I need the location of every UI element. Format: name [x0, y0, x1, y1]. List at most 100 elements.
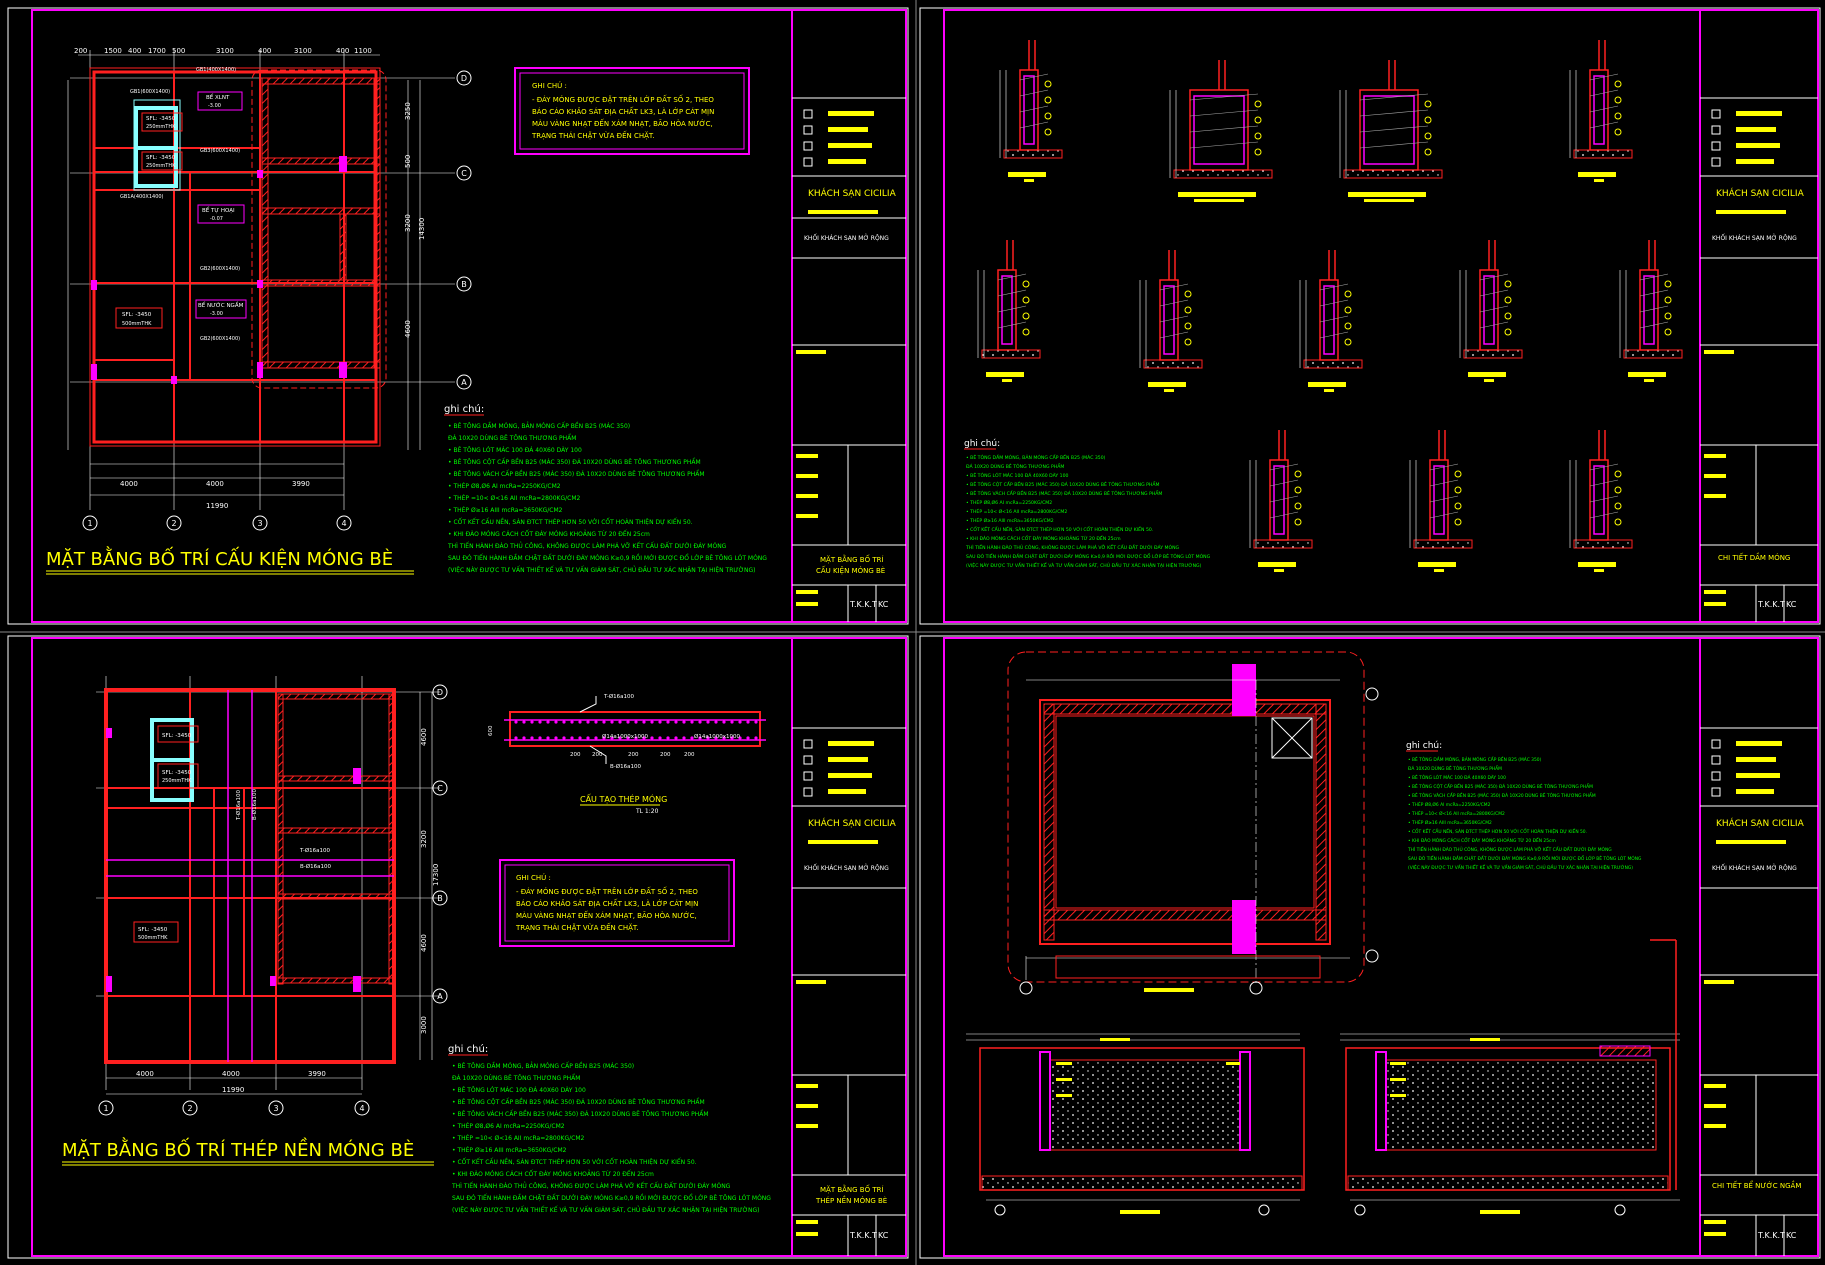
- grid-col-1: 1: [87, 519, 92, 528]
- rebar-tag: [1614, 486, 1622, 494]
- rebar-dot: [602, 720, 606, 724]
- rebar-tag: [1504, 312, 1512, 320]
- rebar-dot: [562, 720, 566, 724]
- right-dim-1: 3250: [404, 102, 412, 120]
- rebar-tag: [1614, 518, 1622, 526]
- rebar-dot: [698, 720, 702, 724]
- lean-concrete: [1303, 359, 1363, 369]
- rebar-dot: [650, 720, 654, 724]
- sheet-title-2: THÉP NỀN MÓNG BÈ: [815, 1195, 887, 1205]
- rebar-tag: [1044, 112, 1052, 120]
- note-line-12: SAU ĐÓ TIẾN HÀNH ĐẦM CHẶT ĐẤT DƯỚI ĐÁY M…: [452, 1193, 771, 1202]
- lean-concrete: [1343, 169, 1443, 179]
- cad-drawing-canvas: KHÁCH SẠN CICILIA KHỐI KHÁCH SẠN MỞ RỘNG…: [0, 0, 1825, 1265]
- label-bar: [1308, 382, 1346, 387]
- section-dim-3: 200: [628, 752, 639, 758]
- label-bar: [1194, 199, 1244, 202]
- rebar-dot: [626, 720, 630, 724]
- top-dim-5: 500: [172, 47, 185, 55]
- right-dim-1: 4600: [420, 728, 428, 746]
- note-line-13: (VIỆC NÀY ĐƯỢC TƯ VẤN THIẾT KẾ VÀ TƯ VẤN…: [966, 561, 1202, 569]
- note-box-line-3: MÀU VÀNG NHẠT ĐẾN XÁM NHẠT, BÃO HÒA NƯỚC…: [516, 910, 697, 920]
- beam-section: [1249, 430, 1313, 572]
- bottom-dim-2: 4000: [206, 480, 224, 488]
- rebar-dot: [658, 720, 662, 724]
- top-dim-4: 1700: [148, 47, 166, 55]
- rebar-dot: [610, 720, 614, 724]
- beam-section: [1459, 240, 1523, 382]
- label-bar: [1434, 569, 1444, 572]
- general-notes: ghi chú: • BÊ TÔNG DẦM MÓNG, BẢN MÓNG CẤ…: [964, 439, 1211, 569]
- rebar-tag: [1614, 80, 1622, 88]
- rebar-section: T-Ø16a100 B-Ø16a100 Ø14a1000x1000 Ø14a10…: [488, 693, 766, 815]
- rebar-dot: [754, 720, 758, 724]
- rebar-tag: [1294, 502, 1302, 510]
- note-line-11: THÌ TIẾN HÀNH ĐÀO THỦ CÔNG, KHÔNG ĐƯỢC L…: [447, 542, 727, 550]
- label-xlnt-sub: -3.00: [208, 103, 221, 109]
- rebar-label-1: T-Ø16a100: [299, 847, 331, 854]
- grid-row-d: D: [461, 74, 467, 83]
- section-bottom-label: B-Ø16a100: [610, 763, 641, 770]
- rebar-tag: [1184, 306, 1192, 314]
- label-bar: [1178, 192, 1256, 197]
- rebar-dot: [522, 720, 526, 724]
- label-sfl-2-sub: 250mmTHK: [146, 163, 176, 169]
- label-bar: [1578, 562, 1616, 567]
- rebar-tag: [1344, 322, 1352, 330]
- note-line-10: • KHI ĐÀO MÓNG CÁCH CỐT ĐÁY MÓNG KHOẢNG …: [448, 530, 650, 538]
- right-dim-4: 4600: [420, 934, 428, 952]
- note-line-2: ĐÁ 10X20 DÙNG BÊ TÔNG THƯƠNG PHẨM: [966, 462, 1064, 470]
- section-dim-4: 200: [660, 752, 671, 758]
- label-bar: [986, 372, 1024, 377]
- label-sfl-1-sub: 250mmTHK: [146, 124, 176, 130]
- note-line-4: • BÊ TÔNG CỘT CẤP BỀN B25 (MÁC 350) ĐÁ 1…: [452, 1098, 705, 1106]
- grid-row-c: C: [437, 784, 443, 793]
- rebar-tag: [1184, 322, 1192, 330]
- rebar-dot: [618, 720, 622, 724]
- top-dim-8: 3100: [294, 47, 312, 55]
- note-line-2: ĐÁ 10X20 DÙNG BÊ TÔNG THƯƠNG PHẨM: [448, 434, 576, 442]
- lean-concrete: [1003, 149, 1063, 159]
- rebar-tag: [1294, 470, 1302, 478]
- top-dim-1: 200: [74, 47, 87, 55]
- label-bar: [1594, 179, 1604, 182]
- rebar-dot: [674, 736, 678, 740]
- note-line-5: • BÊ TÔNG VÁCH CẤP BỀN B25 (MÁC 350) ĐÁ …: [1408, 791, 1596, 799]
- label-bar: [1008, 172, 1046, 177]
- grid-col-2: 2: [171, 519, 176, 528]
- right-dim-4: 14300: [418, 218, 426, 240]
- note-line-5: • BÊ TÔNG VÁCH CẤP BỀN B25 (MÁC 350) ĐÁ …: [452, 1110, 709, 1118]
- section-mid-label-1: Ø14a1000x1000: [602, 733, 648, 740]
- lean-concrete: [1463, 349, 1523, 359]
- rebar-dot: [714, 720, 718, 724]
- general-notes: ghi chú: • BÊ TÔNG DẦM MÓNG, BẢN MÓNG CẤ…: [444, 403, 767, 574]
- project-block: KHỐI KHÁCH SẠN MỞ RỘNG: [1712, 234, 1797, 242]
- rebar-tag: [1504, 328, 1512, 336]
- rebar-dot: [658, 736, 662, 740]
- rebar-tag: [1424, 132, 1432, 140]
- rebar-sfl-2: SFL: -3450: [162, 770, 192, 776]
- beam-label-4: GB1A(400X1400): [120, 194, 164, 200]
- label-bar: [1364, 199, 1414, 202]
- rebar-dot: [514, 720, 518, 724]
- sheet-title-1: MẶT BẰNG BỐ TRÍ: [820, 554, 884, 564]
- rebar-dot: [642, 720, 646, 724]
- rebar-dot: [594, 736, 598, 740]
- note-line-3: • BÊ TÔNG LÓT MÁC 100 ĐÁ 40X60 DÀY 100: [448, 446, 582, 454]
- rebar-dot: [666, 720, 670, 724]
- beam-outline: [1359, 89, 1419, 171]
- note-line-11: THÌ TIẾN HÀNH ĐÀO THỦ CÔNG, KHÔNG ĐƯỢC L…: [451, 1182, 731, 1190]
- sheet-water-tank: KHÁCH SẠN CICILIA KHỐI KHÁCH SẠN MỞ RỘNG…: [919, 635, 1821, 1259]
- rebar-tag: [1614, 128, 1622, 136]
- bottom-dim-2: 4000: [222, 1070, 240, 1078]
- rebar-dot: [570, 720, 574, 724]
- sheet-code: KC: [878, 1231, 889, 1240]
- note-box-line-1: - ĐÁY MÓNG ĐƯỢC ĐẶT TRÊN LỚP ĐẤT SỐ 2, T…: [532, 94, 714, 104]
- foundation-plan: SFL: -3450 250mmTHK SFL: -3450 250mmTHK …: [46, 47, 472, 575]
- note-box: GHI CHÚ : - ĐÁY MÓNG ĐƯỢC ĐẶT TRÊN LỚP Đ…: [499, 859, 735, 947]
- top-dim-7: 400: [258, 47, 271, 55]
- rebar-dot: [530, 720, 534, 724]
- sheet-title-1: CHI TIẾT BỂ NƯỚC NGẦM: [1712, 1180, 1801, 1190]
- note-box-heading: GHI CHÚ :: [532, 81, 567, 90]
- rebar-dot: [650, 736, 654, 740]
